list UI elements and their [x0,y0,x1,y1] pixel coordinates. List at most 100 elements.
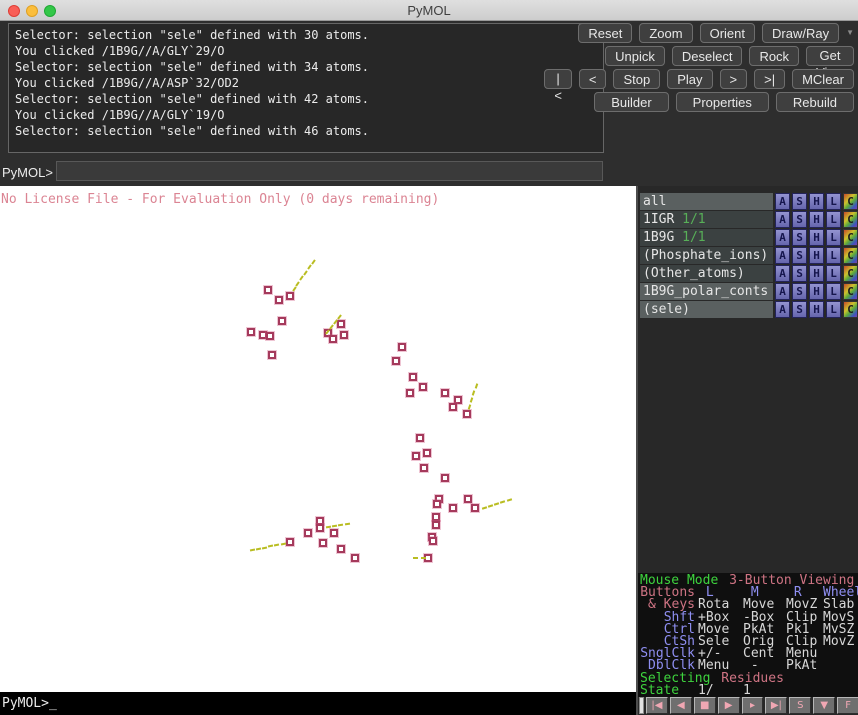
atom-square[interactable] [433,500,441,508]
atom-square[interactable] [464,495,472,503]
atom-square[interactable] [471,504,479,512]
control-button-rebuild[interactable]: Rebuild [775,92,854,112]
action-c-button[interactable]: C [843,193,858,210]
action-c-button[interactable]: C [843,265,858,282]
atom-square[interactable] [264,286,272,294]
atom-square[interactable] [463,410,471,418]
action-c-button[interactable]: C [843,229,858,246]
control-button-zoom[interactable]: Zoom [639,23,693,43]
action-a-button[interactable]: A [775,193,790,210]
action-a-button[interactable]: A [775,301,790,318]
action-c-button[interactable]: C [843,211,858,228]
action-a-button[interactable]: A [775,283,790,300]
object-row-1igr[interactable]: 1IGR 1/1 A S H L C [638,211,858,228]
viewport-canvas[interactable]: No License File - For Evaluation Only (0… [0,186,636,692]
action-l-button[interactable]: L [826,229,841,246]
object-row-1b9g[interactable]: 1B9G 1/1 A S H L C [638,229,858,246]
control-button-deselect[interactable]: Deselect [671,46,743,66]
object-row-phosphate-ions[interactable]: (Phosphate_ions) A S H L C [638,247,858,264]
action-l-button[interactable]: L [826,283,841,300]
menu-down-button[interactable]: ▼ [813,697,836,714]
atom-square[interactable] [337,320,345,328]
full-screen-button[interactable]: F [837,697,858,714]
action-l-button[interactable]: L [826,265,841,282]
rewind-button[interactable]: |◀ [646,697,668,714]
action-c-button[interactable]: C [843,283,858,300]
object-name[interactable]: all [640,193,773,210]
atom-square[interactable] [420,464,428,472]
control-button-rock[interactable]: Rock [749,46,800,66]
atom-square[interactable] [275,296,283,304]
object-name[interactable]: 1B9G_polar_conts [640,283,773,300]
action-s-button[interactable]: S [792,229,807,246]
control-button-properties[interactable]: Properties [675,92,769,112]
control-button-reset[interactable]: Reset [578,23,633,43]
object-name[interactable]: 1IGR 1/1 [640,211,773,228]
action-s-button[interactable]: S [792,247,807,264]
action-a-button[interactable]: A [775,211,790,228]
atom-square[interactable] [337,545,345,553]
action-s-button[interactable]: S [792,265,807,282]
action-h-button[interactable]: H [809,301,824,318]
object-name[interactable]: (sele) [640,301,773,318]
action-h-button[interactable]: H [809,283,824,300]
object-name[interactable]: (Phosphate_ions) [640,247,773,264]
atom-square[interactable] [429,537,437,545]
atom-square[interactable] [330,529,338,537]
control-button-btn[interactable]: >| [754,69,786,89]
atom-square[interactable] [412,452,420,460]
control-button-play[interactable]: Play [667,69,713,89]
atom-square[interactable] [409,373,417,381]
play-button[interactable]: ▶ [717,697,740,714]
action-h-button[interactable]: H [809,229,824,246]
atom-square[interactable] [316,524,324,532]
action-l-button[interactable]: L [826,301,841,318]
object-row-1b9g-polar-conts[interactable]: 1B9G_polar_conts A S H L C [638,283,858,300]
action-s-button[interactable]: S [792,283,807,300]
back-button[interactable]: ◀ [669,697,692,714]
control-button-mclear[interactable]: MClear [792,69,854,89]
control-button-orient[interactable]: Orient [699,23,755,43]
atom-square[interactable] [266,332,274,340]
atom-square[interactable] [340,331,348,339]
atom-square[interactable] [286,538,294,546]
control-button-get-view[interactable]: Get View [806,46,854,80]
atom-square[interactable] [351,554,359,562]
action-a-button[interactable]: A [775,229,790,246]
action-l-button[interactable]: L [826,247,841,264]
object-row-all[interactable]: all A S H L C [638,193,858,210]
action-s-button[interactable]: S [792,211,807,228]
object-name[interactable]: (Other_atoms) [640,265,773,282]
command-bar[interactable]: PyMOL>_ [0,692,636,715]
atom-square[interactable] [286,292,294,300]
action-c-button[interactable]: C [843,247,858,264]
atom-square[interactable] [423,449,431,457]
object-row-other-atoms[interactable]: (Other_atoms) A S H L C [638,265,858,282]
atom-square[interactable] [319,539,327,547]
forward-button[interactable]: ▸ [741,697,764,714]
stop-button[interactable]: ■ [693,697,716,714]
atom-square[interactable] [406,389,414,397]
command-input[interactable] [56,161,603,181]
action-s-button[interactable]: S [792,193,807,210]
action-s-button[interactable]: S [792,301,807,318]
atom-square[interactable] [304,529,312,537]
atom-square[interactable] [416,434,424,442]
control-button-builder[interactable]: Builder [594,92,669,112]
action-a-button[interactable]: A [775,265,790,282]
control-button-btn[interactable]: > [719,69,748,89]
control-button-unpick[interactable]: Unpick [605,46,665,66]
action-a-button[interactable]: A [775,247,790,264]
action-h-button[interactable]: H [809,193,824,210]
control-button-stop[interactable]: Stop [613,69,661,89]
atom-square[interactable] [278,317,286,325]
control-button-draw-ray[interactable]: Draw/Ray [762,23,840,43]
action-h-button[interactable]: H [809,265,824,282]
s-button[interactable]: S [789,697,812,714]
atom-square[interactable] [398,343,406,351]
control-button-btn[interactable]: |< [544,69,572,103]
action-c-button[interactable]: C [843,301,858,318]
action-h-button[interactable]: H [809,211,824,228]
atom-square[interactable] [432,513,440,521]
object-name[interactable]: 1B9G 1/1 [640,229,773,246]
